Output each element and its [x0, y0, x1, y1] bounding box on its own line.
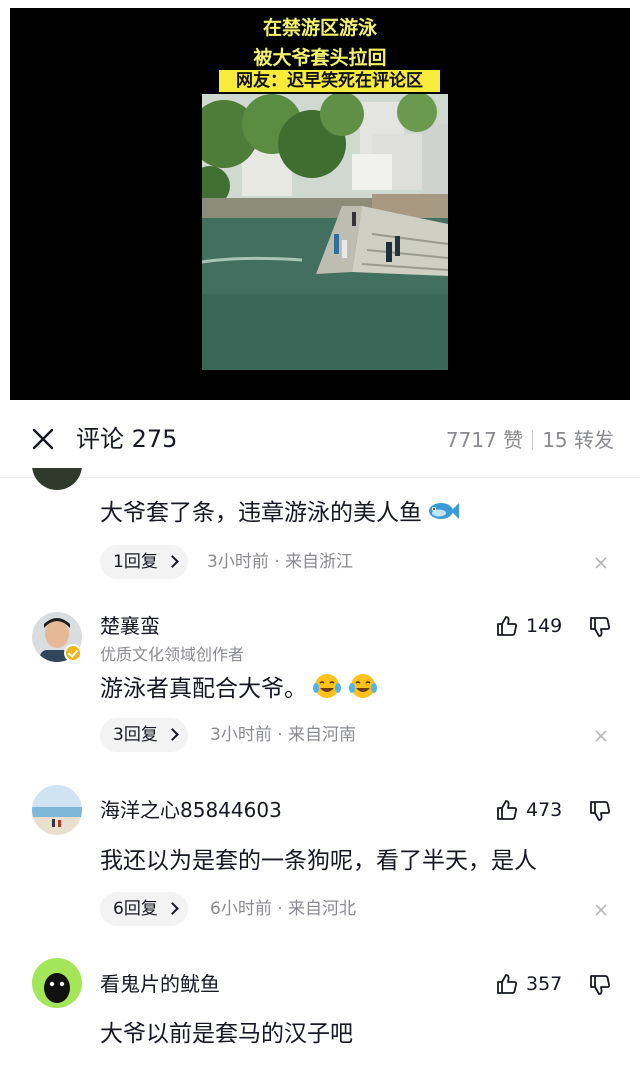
thumbs-up-icon[interactable] — [495, 798, 519, 822]
comment-username[interactable]: 海洋之心85844603 — [100, 797, 282, 823]
comment-text: 大爷套了条，违章游泳的美人鱼 — [100, 498, 460, 532]
like-count: 149 — [526, 615, 563, 637]
fish-emoji — [426, 498, 460, 532]
video-frame — [202, 94, 448, 370]
like-count: 357 — [526, 973, 563, 995]
comment-meta: 3小时前 · 来自浙江 — [207, 552, 354, 572]
chevron-right-icon — [165, 902, 179, 915]
reply-button[interactable]: 6回复 — [100, 892, 188, 926]
comment-username[interactable]: 看鬼片的鱿鱼 — [100, 971, 220, 997]
dismiss-icon[interactable] — [593, 902, 609, 918]
video-player[interactable]: 在禁游区游泳 被大爷套头拉回 网友：迟早笑死在评论区 — [10, 8, 630, 400]
verified-badge-icon — [64, 644, 82, 662]
thumbs-up-icon[interactable] — [495, 972, 519, 996]
thumbs-up-icon[interactable] — [495, 614, 519, 638]
header-stats: 7717 赞 15 转发 — [446, 427, 614, 453]
comments-title: 评论 275 — [76, 425, 178, 453]
comment-text: 游泳者真配合大爷。 — [100, 672, 379, 708]
chevron-right-icon — [165, 728, 179, 741]
chevron-right-icon — [165, 555, 179, 568]
thumbs-down-icon[interactable] — [588, 615, 612, 639]
comment-text: 我还以为是套的一条狗呢，看了半天，是人 — [100, 848, 537, 874]
dismiss-icon[interactable] — [593, 728, 609, 744]
shares-count[interactable]: 15 转发 — [542, 428, 614, 452]
laugh-cry-emoji — [347, 672, 379, 708]
likes-count: 7717 赞 — [445, 428, 524, 452]
comments-header: 评论 275 7717 赞 15 转发 — [0, 400, 640, 478]
avatar[interactable] — [32, 785, 82, 835]
reply-button[interactable]: 1回复 — [100, 545, 188, 579]
comment-meta: 6小时前 · 来自河北 — [210, 899, 357, 919]
comment-meta: 3小时前 · 来自河南 — [210, 725, 357, 745]
comment-text: 大爷以前是套马的汉子吧 — [100, 1021, 353, 1047]
thumbs-down-icon[interactable] — [588, 973, 612, 997]
dismiss-icon[interactable] — [593, 555, 609, 571]
laugh-cry-emoji — [311, 672, 343, 708]
video-caption-line2: 被大爷套头拉回 — [253, 47, 387, 69]
video-caption-line1: 在禁游区游泳 — [262, 17, 377, 39]
video-caption-line3: 网友：迟早笑死在评论区 — [219, 70, 440, 92]
comment-username[interactable]: 楚襄蛮 — [100, 613, 160, 639]
avatar[interactable] — [32, 468, 82, 490]
like-count: 473 — [526, 799, 563, 821]
divider — [532, 430, 534, 450]
thumbs-down-icon[interactable] — [588, 799, 612, 823]
reply-button[interactable]: 3回复 — [100, 718, 188, 752]
user-tag: 优质文化领域创作者 — [100, 645, 245, 664]
close-icon[interactable] — [30, 426, 56, 452]
avatar[interactable] — [32, 958, 82, 1008]
